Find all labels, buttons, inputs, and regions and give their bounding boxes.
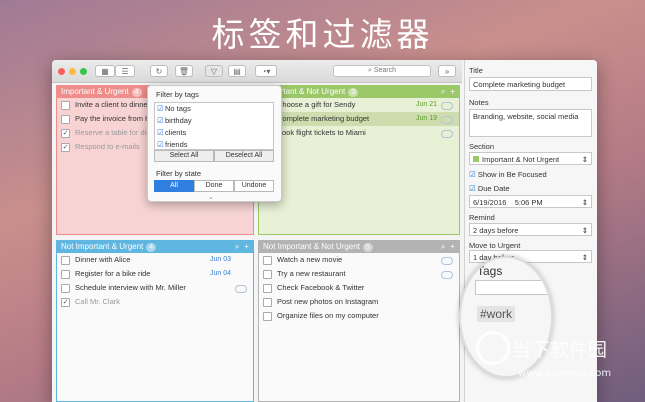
chevron-down-icon: ⇕: [581, 253, 588, 262]
add-icon[interactable]: +: [244, 242, 249, 251]
count-badge: 4: [146, 243, 157, 252]
tag-chip[interactable]: #work: [477, 306, 516, 322]
select-all-button[interactable]: Select All: [154, 150, 214, 162]
task-checkbox[interactable]: [263, 298, 272, 307]
tag-list: ☑ No tags ☑ birthday ☑ clients ☑ friends: [154, 102, 274, 150]
filter-icon[interactable]: ▽: [205, 65, 223, 77]
note-bubble-icon: [441, 116, 453, 124]
task-checkbox[interactable]: [61, 284, 70, 293]
count-badge: 3: [348, 88, 359, 97]
note-bubble-icon: [441, 102, 453, 110]
chevron-down-icon: ⌄: [208, 194, 214, 201]
task-checkbox[interactable]: [61, 115, 70, 124]
quadrant-important-not-urgent: Important & Not Urgent 3 ⌕ + Choose a gift…: [258, 85, 460, 235]
trash-icon[interactable]: 🗑: [175, 65, 193, 77]
filter-popover: Filter by tags ☑ No tags ☑ birthday ☑ clien…: [147, 85, 282, 202]
grid-view-icon[interactable]: ▦: [95, 65, 115, 77]
state-all-button[interactable]: All: [154, 180, 194, 192]
tags-input[interactable]: [475, 280, 549, 295]
task-checkbox[interactable]: [61, 270, 70, 279]
stepper-icon: ⇕: [581, 198, 588, 207]
move-label: Move to Urgent: [469, 241, 521, 250]
count-badge: 5: [362, 243, 373, 252]
task-checkbox-checked[interactable]: ✓: [61, 298, 70, 307]
remind-select[interactable]: 2 days before ⇕: [469, 223, 592, 236]
section-select[interactable]: Important & Not Urgent ⇕: [469, 152, 592, 165]
task-checkbox[interactable]: [263, 284, 272, 293]
due-date-checkbox[interactable]: ☑ Due Date: [469, 184, 510, 193]
count-badge: 4: [131, 88, 142, 97]
tag-option[interactable]: ☑ No tags: [155, 103, 273, 115]
checkbox-checked-icon: ☑: [469, 184, 476, 193]
quadrant-not-important-urgent: Not Important & Urgent 4 ⌕ + Dinner with A…: [56, 240, 254, 402]
checkbox-checked-icon: ☑: [469, 170, 476, 179]
task-checkbox[interactable]: [263, 270, 272, 279]
filter-state-title: Filter by state: [156, 169, 202, 178]
list-view-icon[interactable]: ☰: [115, 65, 135, 77]
notes-label: Notes: [469, 98, 489, 107]
close-window-button[interactable]: [58, 68, 65, 75]
task-row[interactable]: Organize files on my computer: [259, 309, 459, 323]
note-bubble-icon: [441, 271, 453, 279]
sync-icon[interactable]: ↻: [150, 65, 168, 77]
chevron-down-icon: ⇕: [581, 155, 588, 164]
task-checkbox-checked[interactable]: ✓: [61, 143, 70, 152]
state-done-button[interactable]: Done: [194, 180, 234, 192]
task-row-selected[interactable]: Complete marketing budget Jun 19: [259, 112, 459, 126]
task-row[interactable]: Post new photos on Instagram: [259, 295, 459, 309]
task-row[interactable]: Schedule interview with Mr. Miller: [57, 281, 253, 295]
calendar-icon[interactable]: ▤: [228, 65, 246, 77]
focus-timer-icon[interactable]: ◔▾: [255, 65, 277, 77]
search-input[interactable]: ⌕ Search: [333, 65, 431, 77]
task-checkbox[interactable]: [61, 101, 70, 110]
tag-option[interactable]: ☑ clients: [155, 127, 273, 139]
task-checkbox-checked[interactable]: ✓: [61, 129, 70, 138]
task-row[interactable]: ✓ Call Mr. Clark: [57, 295, 253, 309]
title-label: Title: [469, 66, 483, 75]
task-checkbox[interactable]: [263, 256, 272, 265]
filter-tags-title: Filter by tags: [156, 90, 199, 99]
remind-label: Remind: [469, 213, 495, 222]
task-row[interactable]: Watch a new movie: [259, 253, 459, 267]
task-row[interactable]: Register for a bike ride Jun 04: [57, 267, 253, 281]
title-field[interactable]: Complete marketing budget: [469, 77, 592, 91]
quadrant-header: Not Important & Urgent 4 ⌕ +: [57, 241, 253, 253]
watermark-brand: 当下软件园: [512, 339, 608, 361]
search-icon[interactable]: ⌕: [441, 87, 445, 96]
task-checkbox[interactable]: [263, 312, 272, 321]
note-bubble-icon: [441, 257, 453, 265]
watermark-logo: [476, 331, 510, 365]
tag-option[interactable]: ☑ birthday: [155, 115, 273, 127]
task-row[interactable]: Check Facebook & Twitter: [259, 281, 459, 295]
add-icon[interactable]: +: [450, 87, 455, 96]
note-bubble-icon: [441, 130, 453, 138]
task-row[interactable]: Dinner with Alice Jun 03: [57, 253, 253, 267]
task-row[interactable]: Book flight tickets to Miami: [259, 126, 459, 140]
task-row[interactable]: Choose a gift for Sendy Jun 21: [259, 98, 459, 112]
search-icon[interactable]: ⌕: [441, 242, 445, 251]
quadrant-header: Not Important & Not Urgent 5 ⌕ +: [259, 241, 459, 253]
toolbar: ▦ ☰ ↻ 🗑 ▽ ▤ ◔▾ ⌕ Search »: [52, 60, 462, 83]
due-date-field[interactable]: 6/19/2016 5:06 PM ⇕: [469, 195, 592, 208]
task-checkbox[interactable]: [61, 256, 70, 265]
deselect-all-button[interactable]: Deselect All: [214, 150, 274, 162]
minimize-window-button[interactable]: [69, 68, 76, 75]
state-undone-button[interactable]: Undone: [234, 180, 274, 192]
search-icon[interactable]: ⌕: [235, 242, 239, 251]
add-icon[interactable]: +: [450, 242, 455, 251]
zoom-window-button[interactable]: [80, 68, 87, 75]
section-label: Section: [469, 142, 495, 151]
quadrant-header: Important & Not Urgent 3 ⌕ +: [259, 86, 459, 98]
watermark-url: www.downxia.com: [518, 368, 612, 379]
note-bubble-icon: [235, 285, 247, 293]
banner-title: 标签和过滤器: [211, 15, 434, 54]
notes-field[interactable]: Branding, website, social media: [469, 109, 592, 137]
show-focused-checkbox[interactable]: ☑ Show in Be Focused: [469, 170, 547, 179]
tags-label: Tags: [477, 264, 503, 278]
toggle-sidebar-icon[interactable]: »: [438, 65, 456, 77]
section-color-swatch: [473, 156, 479, 162]
chevron-down-icon: ⇕: [581, 226, 588, 235]
quadrant-not-important-not-urgent: Not Important & Not Urgent 5 ⌕ + Watch a n…: [258, 240, 460, 402]
task-row[interactable]: Try a new restaurant: [259, 267, 459, 281]
